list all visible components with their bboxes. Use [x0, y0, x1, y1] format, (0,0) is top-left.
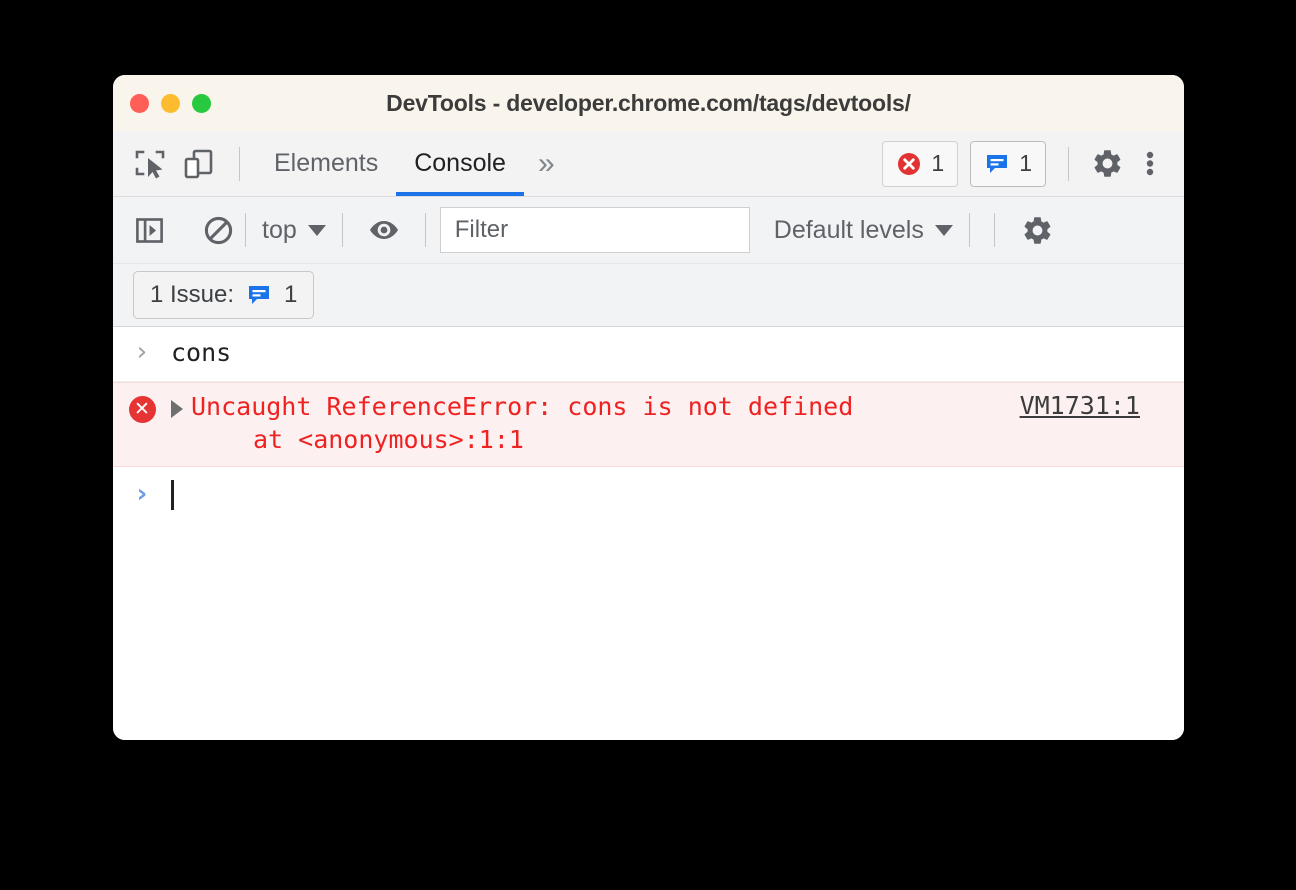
console-toolbar: top Default levels — [113, 197, 1184, 264]
input-chevron-icon: › — [136, 337, 148, 367]
console-error-message: Uncaught ReferenceError: cons is not def… — [191, 392, 854, 421]
error-circle-icon: ✕ — [128, 396, 156, 423]
console-prompt-row[interactable]: › — [113, 467, 1184, 522]
log-levels-selector[interactable]: Default levels — [768, 216, 959, 245]
error-count-badge[interactable]: 1 — [882, 140, 959, 187]
toolbar-divider — [993, 213, 995, 247]
console-error-source-link[interactable]: VM1731:1 — [1000, 391, 1184, 420]
console-input-echo-row: › cons — [113, 327, 1184, 382]
window-title: DevTools - developer.chrome.com/tags/dev… — [386, 89, 911, 116]
issue-bubble-icon — [987, 154, 1008, 173]
chevron-down-icon — [307, 224, 326, 236]
error-count-value: 1 — [931, 150, 945, 176]
console-row-gutter: › — [113, 479, 171, 507]
console-sidebar-toggle-icon[interactable] — [133, 214, 166, 247]
toolbar-divider — [341, 213, 343, 247]
issues-count-value: 1 — [284, 281, 298, 308]
devtools-window: DevTools - developer.chrome.com/tags/dev… — [113, 75, 1184, 740]
search-input[interactable] — [452, 215, 737, 245]
expand-triangle-icon[interactable] — [171, 400, 183, 418]
more-tabs-button[interactable]: » — [524, 131, 569, 196]
error-circle-icon — [898, 152, 921, 175]
issue-bubble-icon — [249, 286, 270, 304]
prompt-chevron-icon: › — [136, 479, 148, 509]
device-toolbar-icon[interactable] — [181, 147, 215, 181]
close-window-button[interactable] — [130, 93, 149, 113]
toolbar-divider — [239, 146, 240, 181]
gear-icon[interactable] — [1021, 214, 1054, 247]
toolbar-divider — [968, 213, 970, 247]
execution-context-label: top — [262, 215, 297, 244]
filter-input-box[interactable] — [439, 207, 750, 253]
issues-bar: 1 Issue: 1 — [113, 264, 1184, 327]
text-cursor — [171, 480, 174, 510]
execution-context-selector[interactable]: top — [256, 216, 332, 245]
issue-count-value: 1 — [1019, 150, 1032, 176]
console-input-echo-text: cons — [171, 338, 232, 367]
chevron-down-icon — [934, 224, 953, 236]
traffic-light-group — [130, 93, 211, 113]
devtools-tabbar: Elements Console » 1 1 — [113, 131, 1184, 197]
kebab-menu-icon[interactable] — [1136, 147, 1164, 180]
toolbar-divider — [424, 213, 426, 247]
screen-background: DevTools - developer.chrome.com/tags/dev… — [0, 0, 1296, 890]
live-expression-eye-icon[interactable] — [367, 215, 401, 245]
console-row-gutter: › — [113, 337, 171, 365]
window-titlebar: DevTools - developer.chrome.com/tags/dev… — [113, 75, 1184, 131]
clear-console-icon[interactable] — [202, 214, 235, 247]
tab-console[interactable]: Console — [396, 131, 524, 196]
maximize-window-button[interactable] — [192, 93, 211, 113]
console-error-row[interactable]: ✕ Uncaught ReferenceError: cons is not d… — [113, 382, 1184, 467]
inspect-element-icon[interactable] — [133, 147, 167, 181]
console-message-list[interactable]: › cons ✕ Uncaught ReferenceError: cons i… — [113, 327, 1184, 740]
console-row-gutter: ✕ — [113, 391, 171, 423]
issues-label: 1 Issue: — [150, 281, 235, 308]
tab-elements[interactable]: Elements — [256, 131, 396, 196]
toolbar-divider — [245, 213, 246, 247]
gear-icon[interactable] — [1091, 147, 1124, 180]
minimize-window-button[interactable] — [161, 93, 180, 113]
issues-chip-button[interactable]: 1 Issue: 1 — [133, 271, 315, 319]
toolbar-divider — [1068, 146, 1069, 181]
log-levels-label: Default levels — [773, 215, 924, 244]
issue-count-badge[interactable]: 1 — [970, 140, 1046, 187]
panel-tabs: Elements Console » — [256, 131, 569, 196]
console-error-stack: at <anonymous>:1:1 — [253, 424, 524, 454]
